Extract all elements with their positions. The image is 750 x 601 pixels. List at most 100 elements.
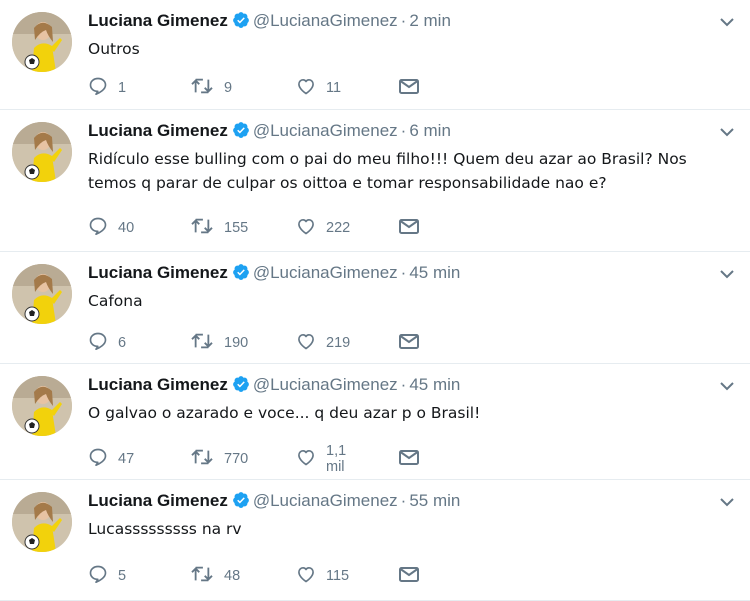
verified-badge-icon — [232, 11, 250, 35]
tweet[interactable]: Luciana Gimenez @LucianaGimenez · 45 min Ca… — [0, 252, 750, 364]
tweet[interactable]: Luciana Gimenez @LucianaGimenez · 55 min Lu… — [0, 480, 750, 601]
avatar[interactable] — [12, 376, 72, 436]
reply-button[interactable]: 6 — [88, 331, 126, 355]
retweet-button[interactable]: 48 — [190, 564, 240, 588]
tweet-header: Luciana Gimenez @LucianaGimenez · 45 min — [88, 262, 460, 287]
avatar[interactable] — [12, 12, 72, 72]
retweet-count: 770 — [224, 451, 249, 467]
retweet-button[interactable]: 190 — [190, 331, 248, 355]
tweet[interactable]: Luciana Gimenez @LucianaGimenez · 6 min Rid… — [0, 110, 750, 252]
retweet-count: 190 — [224, 335, 249, 351]
like-button[interactable]: 11 — [296, 76, 341, 100]
chevron-down-icon[interactable] — [720, 14, 734, 32]
retweet-icon — [190, 216, 214, 241]
avatar[interactable] — [12, 122, 72, 182]
retweet-count: 9 — [224, 80, 233, 96]
verified-badge-icon — [232, 491, 250, 515]
chevron-down-icon[interactable] — [720, 124, 734, 142]
retweet-button[interactable]: 770 — [190, 447, 248, 471]
heart-icon — [296, 216, 316, 241]
separator: · — [400, 263, 407, 282]
tweet-header: Luciana Gimenez @LucianaGimenez · 55 min — [88, 490, 460, 515]
verified-badge-icon — [232, 375, 250, 399]
author-name[interactable]: Luciana Gimenez — [88, 263, 228, 282]
tweet[interactable]: Luciana Gimenez @LucianaGimenez · 45 min O … — [0, 364, 750, 480]
tweet-text: Ridículo esse bulling com o pai do meu f… — [88, 150, 687, 192]
retweet-icon — [190, 564, 214, 589]
like-button[interactable]: 219 — [296, 331, 350, 355]
tweet-timestamp[interactable]: 2 min — [409, 11, 451, 30]
tweet-text: Lucasssssssss na rv — [88, 520, 242, 538]
chevron-down-icon[interactable] — [720, 494, 734, 512]
heart-icon — [296, 331, 316, 356]
like-count: 1,1 mil — [326, 443, 347, 475]
chevron-down-icon[interactable] — [720, 378, 734, 396]
tweet-text: Outros — [88, 40, 140, 58]
tweet-header: Luciana Gimenez @LucianaGimenez · 45 min — [88, 374, 460, 399]
tweet-timestamp[interactable]: 6 min — [409, 121, 451, 140]
retweet-button[interactable]: 155 — [190, 216, 248, 240]
retweet-button[interactable]: 9 — [190, 76, 232, 100]
author-handle[interactable]: @LucianaGimenez — [253, 121, 398, 140]
chevron-down-icon[interactable] — [720, 266, 734, 284]
verified-badge-icon — [232, 121, 250, 145]
tweet-timestamp[interactable]: 45 min — [409, 263, 460, 282]
tweet-text: Cafona — [88, 292, 143, 310]
reply-count: 6 — [118, 335, 127, 351]
reply-button[interactable]: 47 — [88, 447, 134, 471]
reply-count: 47 — [118, 451, 135, 467]
reply-icon — [88, 216, 108, 241]
separator: · — [400, 11, 407, 30]
reply-button[interactable]: 40 — [88, 216, 134, 240]
tweet-feed: Luciana Gimenez @LucianaGimenez · 2 min Out… — [0, 0, 750, 601]
author-handle[interactable]: @LucianaGimenez — [253, 11, 398, 30]
reply-icon — [88, 331, 108, 356]
separator: · — [400, 491, 407, 510]
like-button[interactable]: 1,1 mil — [296, 443, 346, 475]
tweet-timestamp[interactable]: 55 min — [409, 491, 460, 510]
like-button[interactable]: 222 — [296, 216, 350, 240]
direct-message-button[interactable] — [398, 447, 420, 471]
retweet-count: 48 — [224, 568, 241, 584]
author-name[interactable]: Luciana Gimenez — [88, 121, 228, 140]
author-name[interactable]: Luciana Gimenez — [88, 11, 228, 30]
author-handle[interactable]: @LucianaGimenez — [253, 375, 398, 394]
reply-count: 5 — [118, 568, 127, 584]
direct-message-button[interactable] — [398, 76, 420, 100]
heart-icon — [296, 447, 316, 472]
reply-button[interactable]: 5 — [88, 564, 126, 588]
reply-icon — [88, 447, 108, 472]
reply-count: 40 — [118, 220, 135, 236]
avatar[interactable] — [12, 492, 72, 552]
retweet-icon — [190, 331, 214, 356]
tweet-header: Luciana Gimenez @LucianaGimenez · 2 min — [88, 10, 451, 35]
envelope-icon — [398, 448, 420, 471]
reply-count: 1 — [118, 80, 127, 96]
like-count: 115 — [326, 568, 350, 584]
reply-button[interactable]: 1 — [88, 76, 126, 100]
reply-icon — [88, 564, 108, 589]
reply-icon — [88, 76, 108, 101]
author-handle[interactable]: @LucianaGimenez — [253, 491, 398, 510]
tweet-header: Luciana Gimenez @LucianaGimenez · 6 min — [88, 120, 451, 145]
tweet-timestamp[interactable]: 45 min — [409, 375, 460, 394]
author-name[interactable]: Luciana Gimenez — [88, 375, 228, 394]
tweet-text: O galvao o azarado e voce... q deu azar … — [88, 404, 481, 422]
author-name[interactable]: Luciana Gimenez — [88, 491, 228, 510]
direct-message-button[interactable] — [398, 216, 420, 240]
separator: · — [400, 375, 407, 394]
heart-icon — [296, 564, 316, 589]
retweet-icon — [190, 447, 214, 472]
direct-message-button[interactable] — [398, 331, 420, 355]
envelope-icon — [398, 217, 420, 240]
envelope-icon — [398, 332, 420, 355]
retweet-icon — [190, 76, 214, 101]
like-button[interactable]: 115 — [296, 564, 349, 588]
envelope-icon — [398, 565, 420, 588]
direct-message-button[interactable] — [398, 564, 420, 588]
avatar[interactable] — [12, 264, 72, 324]
author-handle[interactable]: @LucianaGimenez — [253, 263, 398, 282]
tweet[interactable]: Luciana Gimenez @LucianaGimenez · 2 min Out… — [0, 0, 750, 110]
retweet-count: 155 — [224, 220, 249, 236]
like-count: 222 — [326, 220, 351, 236]
